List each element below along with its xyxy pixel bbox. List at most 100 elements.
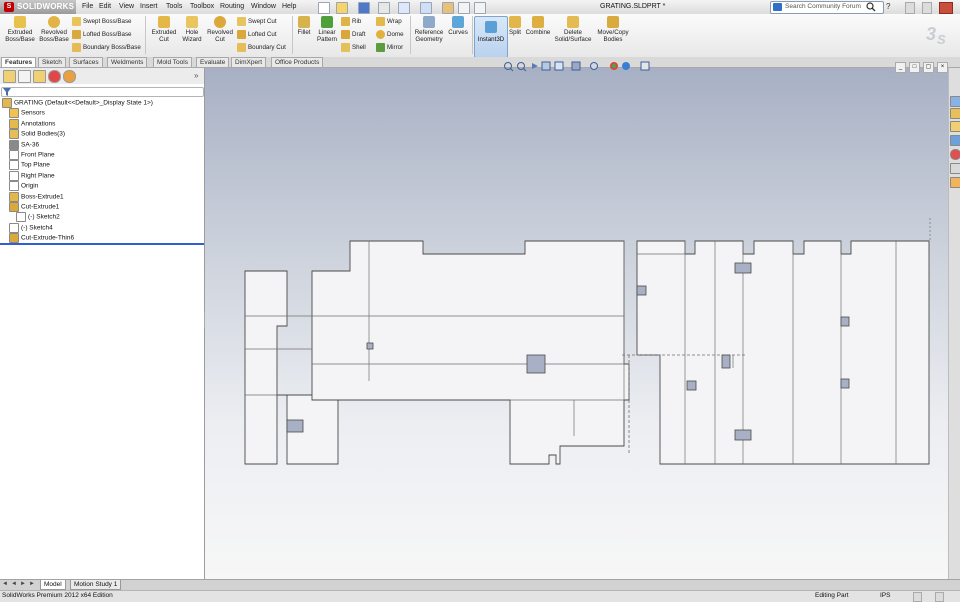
dimxpert-manager-icon[interactable] (48, 70, 61, 83)
help-question-icon[interactable]: ? (886, 2, 894, 12)
wrap-button[interactable]: Wrap (376, 17, 402, 26)
search-box[interactable]: Search Community Forum (770, 1, 884, 14)
rib-button[interactable]: Rib (341, 17, 361, 26)
boundary-cut-button[interactable]: Boundary Cut (237, 43, 286, 52)
undo-icon[interactable] (398, 2, 410, 14)
tree-item[interactable]: Boss-Extrude1 (9, 191, 64, 202)
shell-button[interactable]: Shell (341, 43, 366, 52)
tree-item[interactable]: Sensors (9, 108, 45, 119)
select-arrow-icon[interactable] (420, 2, 432, 14)
file-properties-icon[interactable] (458, 2, 470, 14)
display-manager-icon[interactable] (63, 70, 76, 83)
tab-features[interactable]: Features (1, 57, 37, 67)
scroll-last-icon[interactable]: ► (29, 581, 35, 588)
tree-item[interactable]: (-) Sketch2 (16, 212, 60, 223)
fillet-button[interactable]: Fillet (294, 16, 314, 36)
curves-button[interactable]: Curves (446, 16, 470, 36)
extruded-cut-button[interactable]: Extruded Cut (149, 16, 179, 43)
appearances-icon[interactable] (950, 149, 960, 160)
tab-surfaces[interactable]: Surfaces (69, 57, 103, 67)
search-icon[interactable] (866, 2, 876, 12)
tree-item[interactable]: Cut-Extrude1 (9, 202, 59, 212)
menu-tools[interactable]: Tools (166, 3, 182, 10)
units-text[interactable]: IPS (880, 592, 890, 599)
options-icon[interactable] (474, 2, 486, 14)
close-window-icon[interactable] (939, 2, 953, 14)
combine-button[interactable]: Combine (524, 16, 552, 36)
menu-help[interactable]: Help (282, 3, 296, 10)
scroll-prev-icon[interactable]: ◄ (11, 581, 17, 588)
document-recovery-icon[interactable] (950, 177, 960, 188)
extruded-boss-button[interactable]: Extruded Boss/Base (3, 16, 37, 43)
revolved-boss-button[interactable]: Revolved Boss/Base (37, 16, 71, 43)
tree-item[interactable]: Solid Bodies(3) (9, 129, 65, 140)
scroll-next-icon[interactable]: ► (20, 581, 26, 588)
tab-sketch[interactable]: Sketch (38, 57, 66, 67)
rollback-bar[interactable] (0, 243, 204, 245)
reference-geometry-button[interactable]: Reference Geometry (412, 16, 446, 43)
tree-item[interactable]: SA-36 (9, 139, 39, 150)
configuration-manager-icon[interactable] (33, 70, 46, 83)
menu-insert[interactable]: Insert (140, 3, 158, 10)
tree-item[interactable]: GRATING (Default<<Default>_Display State… (2, 98, 153, 108)
tree-item[interactable]: Right Plane (9, 170, 55, 181)
menu-routing[interactable]: Routing (220, 3, 244, 10)
view-palette-icon[interactable] (950, 135, 960, 146)
tab-evaluate[interactable]: Evaluate (196, 57, 230, 67)
search-input[interactable]: Search Community Forum (785, 3, 861, 10)
feature-tree-icon[interactable] (3, 70, 16, 83)
rebuild-icon[interactable] (442, 2, 454, 14)
design-library-icon[interactable] (950, 108, 960, 119)
tree-item[interactable]: (-) Sketch4 (9, 222, 53, 233)
lofted-boss-button[interactable]: Lofted Boss/Base (72, 30, 132, 39)
graphics-area[interactable]: _ □ ▢ × (205, 61, 948, 579)
boundary-boss-button[interactable]: Boundary Boss/Base (72, 43, 141, 52)
save-icon[interactable] (358, 2, 370, 14)
restore-window-icon[interactable] (922, 2, 932, 14)
menu-edit[interactable]: Edit (99, 3, 111, 10)
tab-motion-study-1[interactable]: Motion Study 1 (70, 580, 122, 590)
print-icon[interactable] (378, 2, 390, 14)
dome-button[interactable]: Dome (376, 30, 404, 39)
solidworks-logo[interactable]: S SOLIDWORKS (0, 0, 76, 14)
tree-item[interactable]: Top Plane (9, 160, 50, 171)
tab-model[interactable]: Model (40, 580, 66, 590)
revolved-cut-button[interactable]: Revolved Cut (205, 16, 235, 43)
grating-part-model[interactable] (205, 68, 948, 579)
feature-manager-tabs: » (0, 68, 204, 85)
linear-pattern-button[interactable]: Linear Pattern (314, 16, 340, 43)
tab-weldments[interactable]: Weldments (107, 57, 148, 67)
instant3d-button[interactable]: Instant3D (474, 16, 508, 58)
tree-item[interactable]: Cut-Extrude-Thin6 (9, 233, 74, 244)
menu-toolbox[interactable]: Toolbox (190, 3, 214, 10)
tree-item[interactable]: Origin (9, 181, 38, 192)
tree-item[interactable]: Front Plane (9, 150, 55, 160)
custom-properties-icon[interactable] (950, 163, 960, 174)
menu-file[interactable]: File (82, 3, 93, 10)
feature-filter-input[interactable] (1, 87, 204, 97)
draft-button[interactable]: Draft (341, 30, 365, 39)
lofted-cut-button[interactable]: Lofted Cut (237, 30, 277, 39)
hole-wizard-button[interactable]: Hole Wizard (178, 16, 206, 43)
delete-solid-surface-button[interactable]: Delete Solid/Surface (553, 16, 593, 43)
tab-dimxpert[interactable]: DimXpert (231, 57, 267, 67)
search-scope-icon[interactable] (773, 3, 782, 11)
expand-panel-icon[interactable]: » (194, 71, 198, 80)
scroll-first-icon[interactable]: ◄ (2, 581, 8, 588)
solidworks-resources-icon[interactable] (950, 96, 960, 107)
tab-office-products[interactable]: Office Products (271, 57, 324, 67)
tab-mold-tools[interactable]: Mold Tools (153, 57, 192, 67)
menu-window[interactable]: Window (251, 3, 276, 10)
swept-boss-button[interactable]: Swept Boss/Base (72, 17, 132, 26)
mirror-button[interactable]: Mirror (376, 43, 403, 52)
new-document-icon[interactable] (318, 2, 330, 14)
move-copy-bodies-button[interactable]: Move/Copy Bodies (594, 16, 632, 43)
open-folder-icon[interactable] (336, 2, 348, 14)
menu-view[interactable]: View (119, 3, 134, 10)
split-button[interactable]: Split (507, 16, 523, 36)
file-explorer-icon[interactable] (950, 121, 960, 132)
minimize-window-icon[interactable] (905, 2, 915, 14)
property-manager-icon[interactable] (18, 70, 31, 83)
tree-item[interactable]: Annotations (9, 118, 55, 129)
swept-cut-button[interactable]: Swept Cut (237, 17, 277, 26)
